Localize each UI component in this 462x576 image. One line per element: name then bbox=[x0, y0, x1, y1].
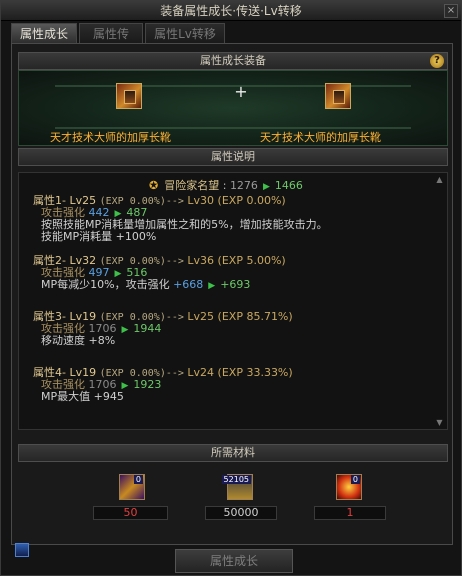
fame-new-value: 1466 bbox=[274, 179, 303, 192]
tab-attribute-transfer[interactable]: 属性传送 bbox=[79, 23, 144, 61]
tab-attribute-lv-transfer[interactable]: 属性Lv转移 bbox=[145, 23, 226, 43]
stat-text: 技能MP消耗量 +100% bbox=[41, 230, 157, 243]
tab-attribute-growth[interactable]: 属性成长 bbox=[11, 23, 78, 43]
attr-next-level: Lv24 (EXP 33.33%) bbox=[187, 366, 293, 379]
arrow-right-icon: ▶ bbox=[262, 182, 270, 192]
stat-new-value: 1923 bbox=[133, 378, 162, 391]
material-required-qty: 1 bbox=[314, 506, 386, 520]
stat-text: 移动速度 +8% bbox=[41, 334, 116, 347]
scroll-down-arrow-icon[interactable]: ▼ bbox=[435, 418, 444, 427]
arrow-right-icon: ▶ bbox=[121, 325, 129, 335]
stat-text: MP每减少10%，攻击强化 bbox=[41, 278, 170, 291]
attribute-description-box: ✪ 冒险家名望 : 1276 ▶ 1466 ▲ ▼ 属性1- Lv25 (EXP 0.… bbox=[18, 172, 448, 430]
resize-grip-icon[interactable] bbox=[15, 543, 29, 557]
help-icon[interactable]: ? bbox=[430, 54, 444, 68]
materials-section-header: 所需材料 bbox=[18, 444, 448, 462]
material-required-qty: 50 bbox=[93, 506, 168, 520]
stat-text: MP最大值 +945 bbox=[41, 390, 124, 403]
materials-area: 0 52105 0 50 50000 1 bbox=[18, 462, 448, 528]
coin-icon[interactable]: 52105 bbox=[221, 474, 253, 500]
attribute-block-1: 属性1- Lv25 (EXP 0.00%)--> Lv30 (EXP 0.00%… bbox=[33, 195, 328, 243]
main-panel: 属性成长装备 ? + 天才技术大师的加厚长靴 天才技术大师的加厚长靴 属性说明 … bbox=[11, 43, 453, 545]
desc-section-title: 属性说明 bbox=[211, 150, 255, 163]
attr-next-level: Lv36 (EXP 5.00%) bbox=[187, 254, 286, 267]
equip-section-title: 属性成长装备 bbox=[200, 54, 266, 67]
arrow-right-icon: ▶ bbox=[208, 281, 216, 291]
equip-slot-source[interactable] bbox=[116, 83, 142, 109]
attribute-block-4: 属性4- Lv19 (EXP 0.00%)--> Lv24 (EXP 33.33… bbox=[33, 367, 293, 403]
close-button[interactable]: × bbox=[444, 4, 458, 18]
tab-bar: 属性成长 属性传送 属性Lv转移 bbox=[11, 23, 226, 61]
window-title-bar: 装备属性成长·传送·Lv转移 × bbox=[1, 1, 461, 21]
attr-next-level: Lv25 (EXP 85.71%) bbox=[187, 310, 293, 323]
stat-old-value: +668 bbox=[173, 278, 204, 291]
equip-display-area: + 天才技术大师的加厚长靴 天才技术大师的加厚长靴 bbox=[18, 70, 448, 146]
attr-next-level: Lv30 (EXP 0.00%) bbox=[187, 194, 286, 207]
stat-new-value: 1944 bbox=[133, 322, 162, 335]
scroll-up-arrow-icon[interactable]: ▲ bbox=[435, 175, 444, 184]
equip-slot-target[interactable] bbox=[325, 83, 351, 109]
boots-icon bbox=[124, 90, 136, 104]
desc-section-header: 属性说明 bbox=[18, 148, 448, 166]
attribute-growth-button[interactable]: 属性成长 bbox=[175, 549, 293, 573]
fame-old-value: 1276 bbox=[229, 179, 258, 192]
stat-new-value: +693 bbox=[220, 278, 251, 291]
equipment-growth-window: 装备属性成长·传送·Lv转移 × 属性成长 属性传送 属性Lv转移 属性成长装备… bbox=[0, 0, 462, 576]
boots-icon bbox=[333, 90, 345, 104]
scrollbar[interactable]: ▲ ▼ bbox=[435, 175, 444, 427]
crystal-icon[interactable]: 0 bbox=[119, 474, 145, 500]
adventurer-fame: ✪ 冒险家名望 : 1276 ▶ 1466 bbox=[149, 179, 303, 192]
orb-icon[interactable]: 0 bbox=[336, 474, 362, 500]
attribute-block-3: 属性3- Lv19 (EXP 0.00%)--> Lv25 (EXP 85.71… bbox=[33, 311, 293, 347]
material-required-qty: 50000 bbox=[205, 506, 277, 520]
source-item-name: 天才技术大师的加厚长靴 bbox=[50, 131, 171, 144]
fame-label: 冒险家名望 bbox=[164, 179, 220, 192]
target-item-name: 天才技术大师的加厚长靴 bbox=[260, 131, 381, 144]
plus-icon: + bbox=[234, 82, 248, 101]
equip-section-header: 属性成长装备 ? bbox=[18, 52, 448, 70]
window-title: 装备属性成长·传送·Lv转移 bbox=[160, 4, 302, 18]
material-owned-count: 0 bbox=[133, 475, 143, 484]
materials-section-title: 所需材料 bbox=[211, 446, 255, 459]
attribute-block-2: 属性2- Lv32 (EXP 0.00%)--> Lv36 (EXP 5.00%… bbox=[33, 254, 286, 292]
fame-emblem-icon: ✪ bbox=[149, 179, 159, 192]
material-owned-count: 0 bbox=[350, 475, 360, 484]
material-owned-count: 52105 bbox=[221, 475, 251, 484]
